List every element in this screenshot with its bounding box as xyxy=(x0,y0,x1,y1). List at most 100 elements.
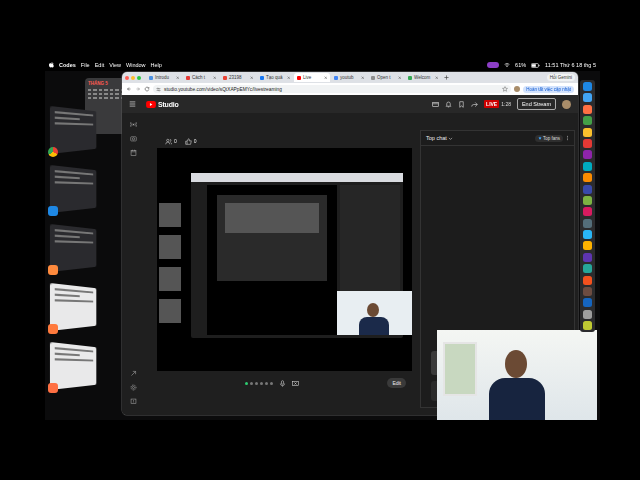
new-tab-icon[interactable] xyxy=(444,75,449,80)
app-menu[interactable]: Codes xyxy=(59,62,76,68)
browser-tab[interactable]: Cách t xyxy=(183,73,219,82)
tab-strip: Introdu Cách t 23198 Tạo quả Live youtub… xyxy=(122,72,578,83)
close-icon[interactable] xyxy=(213,76,217,80)
stage-thumbnail[interactable] xyxy=(48,168,106,218)
dock-app-icon[interactable] xyxy=(583,321,592,330)
calendar-icon[interactable] xyxy=(130,149,137,156)
dock-app-icon[interactable] xyxy=(583,93,592,102)
favicon-icon xyxy=(149,76,153,80)
share-screen-icon[interactable] xyxy=(432,101,439,108)
stop-share-icon[interactable] xyxy=(292,380,299,387)
pager-dot[interactable] xyxy=(265,382,268,385)
update-button[interactable]: Hoàn tất việc cập nhật xyxy=(523,86,574,93)
close-icon[interactable] xyxy=(361,76,365,80)
bookmark-icon[interactable] xyxy=(458,101,465,108)
stage-thumbnail[interactable] xyxy=(48,109,106,159)
stream-icon[interactable] xyxy=(130,121,137,128)
menu-item[interactable]: File xyxy=(81,62,90,68)
reload-icon[interactable] xyxy=(144,86,150,92)
dock-app-icon[interactable] xyxy=(583,207,592,216)
dock-app-icon[interactable] xyxy=(583,185,592,194)
dock-app-icon[interactable] xyxy=(583,219,592,228)
close-icon[interactable] xyxy=(324,76,328,80)
dock-app-icon[interactable] xyxy=(583,150,592,159)
pager-dot[interactable] xyxy=(270,382,273,385)
dock-app-icon[interactable] xyxy=(583,298,592,307)
open-external-icon[interactable] xyxy=(130,370,137,377)
close-icon[interactable] xyxy=(435,76,439,80)
notification-icon[interactable] xyxy=(445,101,452,108)
back-icon[interactable] xyxy=(126,86,132,92)
battery-level: 61% xyxy=(515,62,526,68)
chat-mode-dropdown[interactable]: Top chat xyxy=(426,135,453,141)
more-icon[interactable] xyxy=(566,135,569,141)
browser-tab[interactable]: Open t xyxy=(368,73,404,82)
menu-item[interactable]: Edit xyxy=(95,62,104,68)
dock-app-icon[interactable] xyxy=(583,128,592,137)
clock[interactable]: 11:51 Thứ 6 18 thg 5 xyxy=(545,62,596,68)
stage-thumbnail[interactable] xyxy=(48,227,106,277)
edit-button[interactable]: Edit xyxy=(387,378,406,388)
screen-record-icon[interactable] xyxy=(487,62,499,68)
dock-app-icon[interactable] xyxy=(583,82,592,91)
wifi-icon[interactable] xyxy=(504,62,510,68)
site-info-icon[interactable] xyxy=(156,87,161,92)
favicon-icon xyxy=(408,76,412,80)
dock-app-icon[interactable] xyxy=(583,230,592,239)
menu-item[interactable]: Help xyxy=(151,62,162,68)
studio-logo[interactable]: Studio xyxy=(146,101,179,108)
share-icon[interactable] xyxy=(471,101,478,108)
favicon-icon xyxy=(297,76,301,80)
stream-preview-video xyxy=(157,148,412,371)
end-stream-button[interactable]: End Stream xyxy=(517,98,556,110)
close-icon[interactable] xyxy=(287,76,291,80)
close-icon[interactable] xyxy=(398,76,402,80)
dock-app-icon[interactable] xyxy=(583,116,592,125)
dock-app-icon[interactable] xyxy=(583,105,592,114)
browser-tab[interactable]: 23198 xyxy=(220,73,256,82)
address-bar: studio.youtube.com/video/sQtXAPpEMYc/liv… xyxy=(122,83,578,95)
forward-icon[interactable] xyxy=(135,86,141,92)
gemini-button[interactable]: Hỏi Gemini xyxy=(547,74,575,81)
close-icon[interactable] xyxy=(250,76,254,80)
pager-dot[interactable] xyxy=(255,382,258,385)
dock-app-icon[interactable] xyxy=(583,241,592,250)
star-icon[interactable] xyxy=(502,86,508,92)
dock-app-icon[interactable] xyxy=(583,276,592,285)
microphone-icon[interactable] xyxy=(279,380,286,387)
browser-tab[interactable]: Live xyxy=(294,73,330,82)
dock-app-icon[interactable] xyxy=(583,173,592,182)
top-fans-button[interactable]: Top fans xyxy=(535,135,563,142)
close-icon[interactable] xyxy=(176,76,180,80)
dock-app-icon[interactable] xyxy=(583,162,592,171)
dock-app-icon[interactable] xyxy=(583,264,592,273)
menu-item[interactable]: View xyxy=(109,62,121,68)
browser-tab[interactable]: Welcom xyxy=(405,73,441,82)
browser-tab[interactable]: Introdu xyxy=(146,73,182,82)
profile-icon[interactable] xyxy=(514,86,520,92)
dock-app-icon[interactable] xyxy=(583,310,592,319)
pager-dot[interactable] xyxy=(245,382,248,385)
channel-avatar-icon[interactable] xyxy=(562,100,571,109)
menu-icon[interactable] xyxy=(129,101,136,107)
favicon-icon xyxy=(371,76,375,80)
url-field[interactable]: studio.youtube.com/video/sQtXAPpEMYc/liv… xyxy=(153,85,511,93)
pager-dot[interactable] xyxy=(250,382,253,385)
battery-icon[interactable] xyxy=(531,63,540,68)
dock-app-icon[interactable] xyxy=(583,139,592,148)
pager-dot[interactable] xyxy=(260,382,263,385)
camera-icon[interactable] xyxy=(130,135,137,142)
browser-tab[interactable]: Tạo quả xyxy=(257,73,293,82)
menu-bar: Codes File Edit View Window Help 61% 11:51 T… xyxy=(45,59,600,71)
dock-app-icon[interactable] xyxy=(583,196,592,205)
feedback-icon[interactable] xyxy=(130,398,137,405)
browser-tab[interactable]: youtub xyxy=(331,73,367,82)
apple-icon[interactable] xyxy=(49,62,54,68)
stage-thumbnail[interactable] xyxy=(48,286,106,336)
studio-header: Studio LIVE 1:28 End Stream xyxy=(122,95,578,113)
stage-thumbnail[interactable] xyxy=(48,345,106,395)
settings-icon[interactable] xyxy=(130,384,137,391)
dock-app-icon[interactable] xyxy=(583,253,592,262)
dock-app-icon[interactable] xyxy=(583,287,592,296)
menu-item[interactable]: Window xyxy=(126,62,146,68)
